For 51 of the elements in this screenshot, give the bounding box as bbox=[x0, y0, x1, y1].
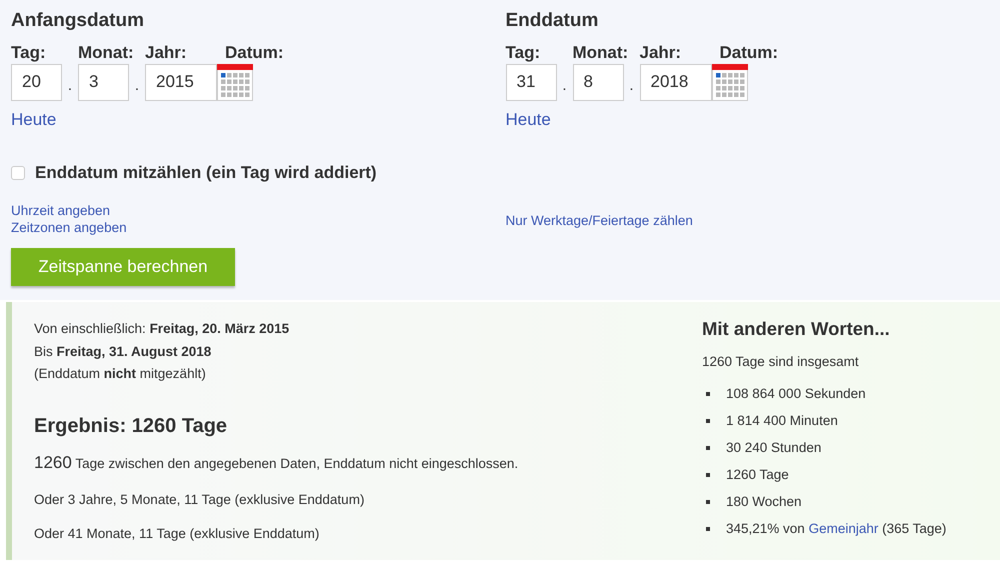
intro-text: 1260 Tage sind insgesamt bbox=[702, 353, 860, 372]
today-link[interactable]: Heute bbox=[11, 107, 56, 132]
field-label: Monat: bbox=[572, 43, 628, 62]
bullet-icon bbox=[706, 526, 710, 531]
list-item-text: 345,21% von Gemeinjahr (365 Tage) bbox=[726, 520, 946, 538]
section-heading: Anfangsdatum bbox=[11, 9, 145, 33]
calendar-icon[interactable] bbox=[712, 64, 748, 100]
month-field[interactable]: 3 bbox=[78, 64, 129, 100]
day-field[interactable]: 20 bbox=[11, 64, 62, 100]
separator: . bbox=[628, 76, 635, 96]
checkbox-label[interactable]: Enddatum mitzählen (ein Tag wird addiert) bbox=[35, 160, 377, 186]
bullet-icon bbox=[706, 392, 710, 396]
option-link[interactable]: Zeitzonen angeben bbox=[11, 218, 506, 236]
result-summary: 1260 Tage zwischen den angegebenen Daten, Enddatum nicht eingeschlossen. bbox=[34, 452, 520, 474]
section-heading: Enddatum bbox=[506, 9, 600, 33]
option-link[interactable]: Uhrzeit angeben bbox=[11, 202, 506, 218]
day-field[interactable]: 31 bbox=[506, 64, 556, 100]
field-label: Tag: bbox=[11, 43, 46, 62]
checkbox[interactable] bbox=[11, 166, 25, 180]
month-field[interactable]: 8 bbox=[572, 64, 624, 100]
separator: . bbox=[66, 76, 74, 96]
result-line: Oder 3 Jahre, 5 Monate, 11 Tage (exklusive Enddatum) bbox=[34, 491, 366, 509]
field-label: Jahr: bbox=[640, 43, 682, 62]
section-heading: Mit anderen Worten... bbox=[702, 318, 891, 340]
field-label: Monat: bbox=[78, 43, 134, 62]
result-heading: Ergebnis: 1260 Tage bbox=[34, 414, 228, 438]
result-line: Oder 41 Monate, 11 Tage (exklusive Enddatum) bbox=[34, 525, 320, 544]
list-item-text: 30 240 Stunden bbox=[726, 438, 822, 457]
field-label: Tag: bbox=[506, 43, 540, 62]
list-item-text: 1260 Tage bbox=[726, 466, 789, 484]
today-link[interactable]: Heute bbox=[506, 107, 551, 132]
list-item-text: 1 814 400 Minuten bbox=[726, 412, 838, 430]
list-item-text: 108 864 000 Sekunden bbox=[726, 384, 866, 403]
bullet-icon bbox=[706, 418, 710, 423]
list-item-text: 180 Wochen bbox=[726, 492, 802, 511]
field-label: Jahr: bbox=[145, 43, 187, 62]
option-link[interactable]: Nur Werktage/Feiertage zählen bbox=[506, 212, 1000, 229]
gemeinjahr-link[interactable]: Gemeinjahr bbox=[808, 520, 878, 536]
year-field[interactable]: 2015 bbox=[145, 64, 217, 100]
bullet-icon bbox=[706, 472, 710, 477]
result-line: Von einschließlich: Freitag, 20. März 2015 bbox=[34, 320, 290, 338]
bullet-icon bbox=[706, 500, 710, 504]
field-label: Datum: bbox=[720, 43, 778, 62]
field-label: Datum: bbox=[225, 43, 284, 62]
year-field[interactable]: 2018 bbox=[640, 64, 712, 100]
bullet-icon bbox=[706, 446, 710, 450]
calendar-icon[interactable] bbox=[217, 64, 253, 100]
separator: . bbox=[134, 76, 140, 96]
result-line: (Enddatum nicht mitgezählt) bbox=[34, 365, 207, 383]
result-line: Bis Freitag, 31. August 2018 bbox=[34, 342, 212, 361]
separator: . bbox=[561, 76, 568, 96]
